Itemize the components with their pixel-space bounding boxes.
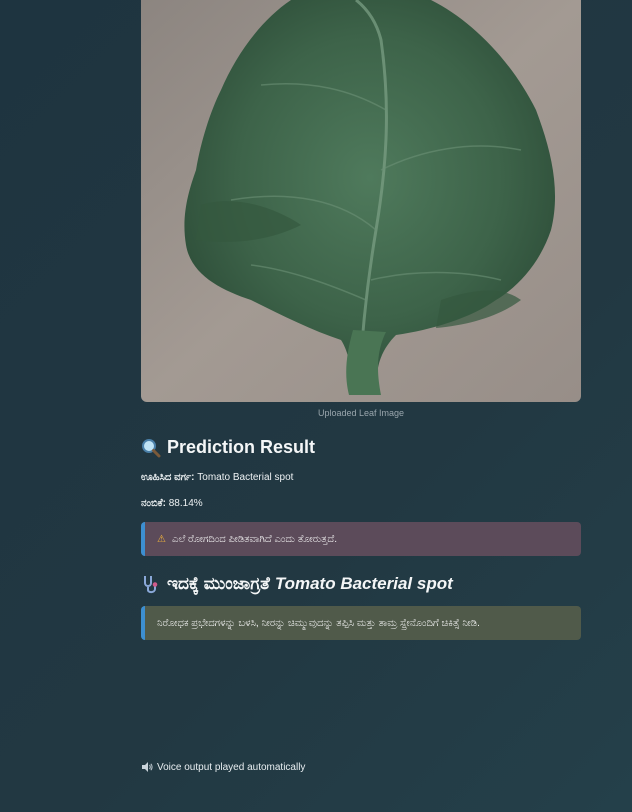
warning-alert: ⚠ ಎಲೆ ರೋಗದಿಂದ ಪೀಡಿತವಾಗಿದೆ ಎಂದು ತೋರುತ್ತದೆ… <box>141 522 581 556</box>
confidence-row: ನಂಬಿಕೆ: 88.14% <box>141 498 203 509</box>
prediction-heading-text: Prediction Result <box>167 437 316 457</box>
confidence-value: 88.14% <box>168 498 203 509</box>
image-caption: Uploaded Leaf Image <box>317 408 405 418</box>
precaution-text: ನಿರೋಧಕ ಪ್ರಭೇದಗಳನ್ನು ಬಳಸಿ, ನೀರನ್ನು ಚಿಮ್ಮು… <box>157 617 480 629</box>
confidence-label: ನಂಬಿಕೆ: <box>141 498 166 509</box>
stethoscope-icon <box>144 576 158 594</box>
magnifier-icon <box>142 438 161 457</box>
voice-status: Voice output played automatically <box>141 761 305 773</box>
voice-status-text: Voice output played automatically <box>157 761 306 773</box>
precaution-heading-disease: Tomato Bacterial spot <box>274 574 453 593</box>
speaker-icon <box>142 762 153 772</box>
uploaded-leaf-image <box>141 0 581 402</box>
prediction-heading: Prediction Result <box>141 437 315 458</box>
predicted-class-label: ಊಹಿಸಿದ ವರ್ಗ: <box>141 472 195 483</box>
leaf-photo <box>141 0 581 402</box>
precaution-info-alert: ನಿರೋಧಕ ಪ್ರಭೇದಗಳನ್ನು ಬಳಸಿ, ನೀರನ್ನು ಚಿಮ್ಮು… <box>141 606 581 640</box>
warning-text: ಎಲೆ ರೋಗದಿಂದ ಪೀಡಿತವಾಗಿದೆ ಎಂದು ತೋರುತ್ತದೆ. <box>171 533 337 545</box>
precaution-heading: ಇದಕ್ಕೆ ಮುಂಜಾಗ್ರತೆ Tomato Bacterial spot <box>141 574 453 594</box>
predicted-class-value: Tomato Bacterial spot <box>197 472 294 483</box>
precaution-heading-prefix: ಇದಕ್ಕೆ ಮುಂಜಾಗ್ರತೆ <box>167 574 270 593</box>
warning-icon: ⚠ <box>157 533 166 545</box>
predicted-class-row: ಊಹಿಸಿದ ವರ್ಗ: Tomato Bacterial spot <box>141 472 293 483</box>
